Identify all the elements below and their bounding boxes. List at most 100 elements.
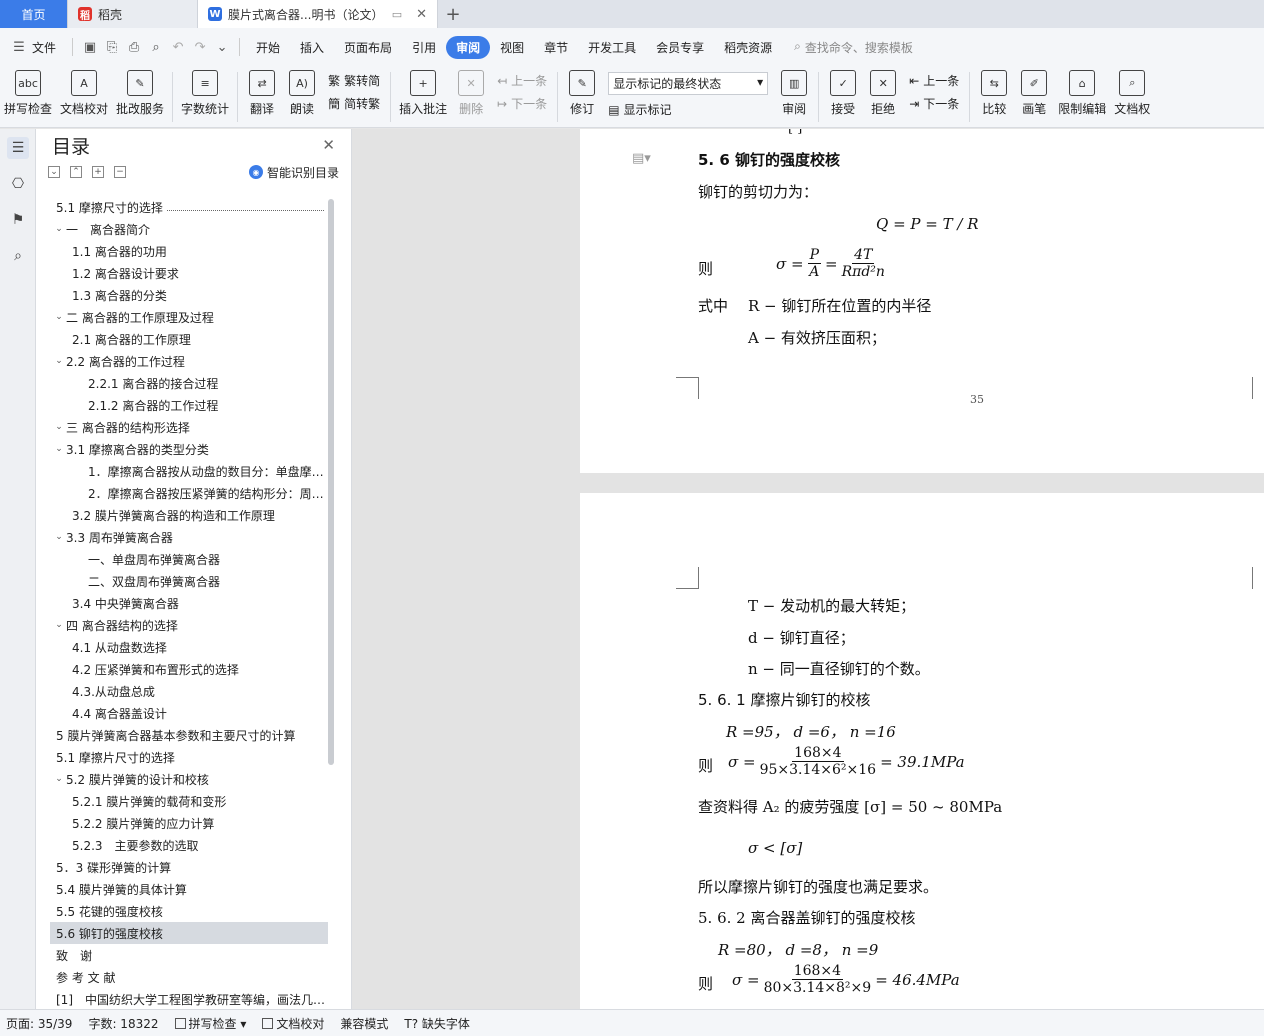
- show-markup-button[interactable]: ▤ 显示标记: [608, 101, 768, 118]
- restrict-editing-button[interactable]: ⌂ 限制编辑: [1054, 66, 1110, 117]
- toc-item[interactable]: 5.4 膜片弹簧的具体计算: [50, 878, 328, 900]
- doc-proof-status[interactable]: 文档校对: [262, 1015, 324, 1032]
- toc-item[interactable]: 2.2.1 离合器的接合过程: [50, 372, 328, 394]
- toc-item[interactable]: 3.2 膜片弹簧离合器的构造和工作原理: [50, 504, 328, 526]
- toc-item[interactable]: 5.2.2 膜片弹簧的应力计算: [50, 812, 328, 834]
- menu-file[interactable]: 文件: [30, 36, 66, 59]
- tab-document[interactable]: W 膜片式离合器...明书（论文） ▭ ✕: [198, 0, 438, 28]
- tab-daoke[interactable]: 稻 稻壳: [68, 0, 198, 28]
- export-pdf-icon[interactable]: ⎘: [101, 40, 123, 55]
- collapse-all-icon[interactable]: ⌄: [48, 166, 60, 178]
- toc-panel-icon[interactable]: ☰: [7, 137, 29, 159]
- bookmark-icon[interactable]: ⚑: [7, 209, 29, 231]
- toc-item[interactable]: 5.1 摩擦片尺寸的选择: [50, 746, 328, 768]
- chevron-down-icon[interactable]: ⌄: [52, 532, 66, 542]
- translate-button[interactable]: ⇄ 翻译: [242, 66, 282, 117]
- print-icon[interactable]: ⎙: [123, 40, 145, 55]
- toc-item[interactable]: [1] 中国纺织大学工程图学教研室等编，画法几何及工程制图: [50, 988, 328, 1010]
- missing-font-status[interactable]: T? 缺失字体: [404, 1015, 470, 1032]
- toc-item[interactable]: ⌄ 四 离合器结构的选择: [50, 614, 328, 636]
- tab-home[interactable]: 首页: [0, 0, 68, 28]
- track-changes-button[interactable]: ✎ 修订: [562, 66, 602, 117]
- menu-developer[interactable]: 开发工具: [578, 36, 646, 59]
- chevron-down-icon[interactable]: ⌄: [52, 356, 66, 366]
- chevron-down-icon[interactable]: ⌄: [52, 312, 66, 322]
- chapter-nav-icon[interactable]: ⎔: [7, 173, 29, 195]
- toc-item[interactable]: 致 谢: [50, 944, 328, 966]
- toc-item[interactable]: 4.4 离合器盖设计: [50, 702, 328, 724]
- toc-item[interactable]: ⌄ 三 离合器的结构形选择: [50, 416, 328, 438]
- toc-item[interactable]: ⌄ 2.2 离合器的工作过程: [50, 350, 328, 372]
- to-simplified-button[interactable]: 簡简转繁: [328, 95, 380, 112]
- expand-all-icon[interactable]: ⌃: [70, 166, 82, 178]
- accept-button[interactable]: ✓ 接受: [823, 66, 863, 117]
- toc-item[interactable]: 4.1 从动盘数选择: [50, 636, 328, 658]
- batch-service-button[interactable]: ✎ 批改服务: [112, 66, 168, 117]
- toc-item[interactable]: 5．3 碟形弹簧的计算: [50, 856, 328, 878]
- chevron-down-icon[interactable]: ⌄: [52, 774, 66, 784]
- menu-member[interactable]: 会员专享: [646, 36, 714, 59]
- doc-permission-button[interactable]: ⌕ 文档权: [1110, 66, 1154, 117]
- toc-item[interactable]: 1.1 离合器的功用: [50, 240, 328, 262]
- prev-change-button[interactable]: ⇤ 上一条: [909, 72, 959, 89]
- pen-button[interactable]: ✐ 画笔: [1014, 66, 1054, 117]
- spell-check-status[interactable]: 拼写检查 ▾: [174, 1015, 246, 1032]
- read-aloud-button[interactable]: A) 朗读: [282, 66, 322, 117]
- toc-item[interactable]: 4.3.从动盘总成: [50, 680, 328, 702]
- hamburger-icon[interactable]: ☰: [8, 40, 30, 55]
- redo-icon[interactable]: ↷: [189, 40, 211, 55]
- page-indicator[interactable]: 页面: 35/39: [6, 1015, 72, 1032]
- toc-item[interactable]: ⌄ 二 离合器的工作原理及过程: [50, 306, 328, 328]
- doc-proof-button[interactable]: A 文档校对: [56, 66, 112, 117]
- chevron-down-icon[interactable]: ⌄: [52, 224, 66, 234]
- close-tab-icon[interactable]: ✕: [416, 7, 427, 22]
- menu-start[interactable]: 开始: [246, 36, 290, 59]
- compare-button[interactable]: ⇆ 比较: [974, 66, 1014, 117]
- toc-item[interactable]: ⌄ 3.3 周布弹簧离合器: [50, 526, 328, 548]
- menu-daoke-resources[interactable]: 稻壳资源: [714, 36, 782, 59]
- document-canvas[interactable]: [ ] ▤▾ 5. 6 铆钉的强度校核 铆钉的剪切力为： Q = P = T /…: [352, 129, 1264, 1009]
- prev-comment-button[interactable]: ↤ 上一条: [497, 72, 547, 89]
- toc-scrollbar[interactable]: [328, 199, 334, 765]
- reject-button[interactable]: ✕ 拒绝: [863, 66, 903, 117]
- toc-item[interactable]: 4.2 压紧弹簧和布置形式的选择: [50, 658, 328, 680]
- toc-item[interactable]: 2.1.2 离合器的工作过程: [50, 394, 328, 416]
- chevron-down-icon[interactable]: ⌄: [52, 444, 66, 454]
- menu-review[interactable]: 审阅: [446, 35, 491, 59]
- paragraph-menu-icon[interactable]: ▤▾: [632, 151, 651, 166]
- more-icon[interactable]: ⌄: [211, 40, 233, 55]
- chevron-down-icon[interactable]: ⌄: [52, 422, 66, 432]
- toc-item[interactable]: 5.5 花键的强度校核: [50, 900, 328, 922]
- toc-item[interactable]: 参 考 文 献: [50, 966, 328, 988]
- pin-icon[interactable]: ▭: [392, 8, 402, 21]
- smart-toc-button[interactable]: ◉ 智能识别目录: [248, 164, 339, 181]
- toc-item[interactable]: 5 膜片弹簧离合器基本参数和主要尺寸的计算: [50, 724, 328, 746]
- toc-item[interactable]: ⌄ 3.1 摩擦离合器的类型分类: [50, 438, 328, 460]
- markup-mode-select[interactable]: 显示标记的最终状态 ▾: [608, 72, 769, 95]
- menu-view[interactable]: 视图: [490, 36, 534, 59]
- print-preview-icon[interactable]: ⌕: [145, 40, 167, 55]
- toc-item[interactable]: ⌄ 一 离合器简介: [50, 218, 328, 240]
- insert-comment-button[interactable]: + 插入批注: [395, 66, 451, 117]
- menu-insert[interactable]: 插入: [290, 36, 334, 59]
- menu-page-layout[interactable]: 页面布局: [334, 36, 402, 59]
- remove-heading-icon[interactable]: −: [114, 166, 126, 178]
- next-change-button[interactable]: ⇥ 下一条: [909, 95, 959, 112]
- add-heading-icon[interactable]: +: [92, 166, 104, 178]
- menu-chapter[interactable]: 章节: [534, 36, 578, 59]
- toc-item[interactable]: 1.3 离合器的分类: [50, 284, 328, 306]
- toc-item[interactable]: 5.2.1 膜片弹簧的载荷和变形: [50, 790, 328, 812]
- toc-item[interactable]: 2．摩擦离合器按压紧弹簧的结构形分：周布弹簧离合器: [50, 482, 328, 504]
- toc-item[interactable]: 5.6 铆钉的强度校核: [50, 922, 328, 944]
- toc-item[interactable]: 二、双盘周布弹簧离合器: [50, 570, 328, 592]
- to-traditional-button[interactable]: 繁繁转简: [328, 72, 380, 89]
- save-icon[interactable]: ▣: [79, 40, 101, 55]
- toc-item[interactable]: 2.1 离合器的工作原理: [50, 328, 328, 350]
- toc-item[interactable]: 1．摩擦离合器按从动盘的数目分：单盘摩擦离合器: [50, 460, 328, 482]
- toc-item[interactable]: 一、单盘周布弹簧离合器: [50, 548, 328, 570]
- chevron-down-icon[interactable]: ⌄: [52, 620, 66, 630]
- review-pane-button[interactable]: ▥ 审阅: [774, 66, 814, 117]
- word-count-status[interactable]: 字数: 18322: [88, 1015, 158, 1032]
- command-search[interactable]: ⌕ 查找命令、搜索模板: [794, 39, 913, 56]
- delete-comment-button[interactable]: ✕ 删除: [451, 66, 491, 117]
